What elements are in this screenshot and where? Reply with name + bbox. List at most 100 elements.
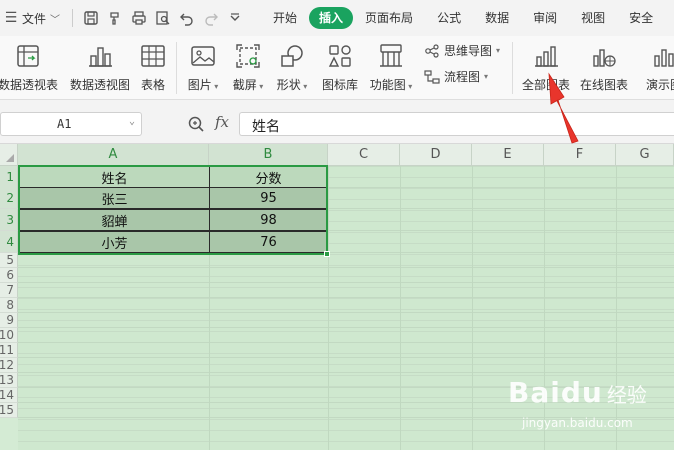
row-header-8[interactable]: 8 [0,298,18,313]
print-icon[interactable] [127,6,151,30]
icon-library-button[interactable]: 图标库 [318,40,362,96]
pivot-chart-button[interactable]: 数据透视图 [66,40,134,96]
table-cell[interactable]: 貂蝉 [19,209,210,231]
table-header-cell[interactable]: 分数 [209,166,328,188]
row-header-2[interactable]: 2 [0,187,18,209]
screenshot-icon [236,44,260,68]
column-header-g[interactable]: G [616,144,674,166]
print-preview-icon[interactable] [151,6,175,30]
row-header-3[interactable]: 3 [0,209,18,231]
select-all-corner[interactable] [0,144,18,166]
online-charts-button[interactable]: 在线图表 [578,40,630,96]
column-header-f[interactable]: F [544,144,616,166]
watermark-brand: Baidu [508,376,603,409]
all-charts-button[interactable]: 全部图表 [518,40,574,96]
function-chart-label: 功能图 ▾ [369,78,413,92]
chevron-down-icon: ⌄ [128,116,135,127]
row-header-11[interactable]: 11 [0,343,18,358]
screenshot-button[interactable]: 截屏 ▾ [228,40,268,96]
row-header-5[interactable]: 5 [0,253,18,268]
insert-function-icon[interactable]: fx [215,113,229,131]
row-gridline [18,297,674,298]
tab-data[interactable]: 数据 [473,7,521,29]
row-header-7[interactable]: 7 [0,283,18,298]
row-header-15[interactable]: 15 [0,403,18,418]
redo-icon[interactable] [199,6,223,30]
row-header-6[interactable]: 6 [0,268,18,283]
customize-toolbar-icon[interactable] [223,6,247,30]
divider [512,42,513,94]
shapes-button[interactable]: 形状 ▾ [272,40,312,96]
format-painter-icon[interactable] [103,6,127,30]
all-charts-label: 全部图表 [521,78,570,92]
table-cell[interactable]: 76 [209,231,328,253]
demo-chart-icon [654,49,674,67]
picture-button[interactable]: 图片 ▾ [182,40,224,96]
online-charts-label: 在线图表 [579,78,628,92]
tab-security[interactable]: 安全 [617,7,665,29]
table-cell[interactable]: 小芳 [19,231,210,253]
fill-handle[interactable] [324,251,330,257]
formula-bar: A1 ⌄ fx 姓名 [0,100,674,144]
mind-map-button[interactable]: 思维导图 ▾ [424,42,500,59]
flowchart-icon [424,69,440,84]
row-header-10[interactable]: 10 [0,328,18,343]
pivot-table-button[interactable]: 数据透视表 [0,40,60,96]
tab-review[interactable]: 审阅 [521,7,569,29]
tab-formulas[interactable]: 公式 [425,7,473,29]
row-header-9[interactable]: 9 [0,313,18,328]
name-box[interactable]: A1 ⌄ [0,112,142,136]
divider [72,9,74,27]
row-header-13[interactable]: 13 [0,373,18,388]
column-header-c[interactable]: C [328,144,400,166]
watermark-url: jingyan.baidu.com [522,416,633,430]
flowchart-label: 流程图 [444,70,481,84]
file-menu-label: 文件 [22,11,47,26]
table-cell[interactable]: 95 [209,187,328,209]
ribbon-insert: 数据透视表 数据透视图 表格 图片 ▾ 截屏 ▾ 形状 ▾ 图标库 功能图 ▾ … [0,36,674,100]
chevron-down-icon: ﹀ [50,14,61,26]
tab-insert[interactable]: 插入 [309,7,354,29]
table-button[interactable]: 表格 [136,40,170,96]
row-header-4[interactable]: 4 [0,231,18,253]
tab-home[interactable]: 开始 [261,7,309,29]
column-gridline [328,166,329,450]
column-header-e[interactable]: E [472,144,544,166]
flowchart-button[interactable]: 流程图 ▾ [424,68,488,85]
shapes-icon [281,45,303,67]
row-gridline [18,342,674,343]
bar-chart-icon [535,46,558,67]
column-header-d[interactable]: D [400,144,472,166]
picture-label: 图片 ▾ [187,78,219,92]
row-gridline [18,282,674,283]
demo-chart-button[interactable]: 演示图 [636,40,674,96]
cell-reference: A1 [57,117,72,131]
function-chart-button[interactable]: 功能图 ▾ [366,40,416,96]
table-cell[interactable]: 98 [209,209,328,231]
row-header-14[interactable]: 14 [0,388,18,403]
formula-input[interactable]: 姓名 [239,112,674,136]
table-header-cell[interactable]: 姓名 [19,166,210,188]
column-header-b[interactable]: B [209,144,328,166]
menu-icon[interactable]: ☰ [0,0,22,36]
tab-page-layout[interactable]: 页面布局 [353,7,425,29]
row-header-1[interactable]: 1 [0,166,18,188]
pivot-table-label: 数据透视表 [0,78,58,92]
table-label: 表格 [140,78,165,92]
online-chart-icon [593,49,616,67]
undo-icon[interactable] [175,6,199,30]
screenshot-label: 截屏 ▾ [232,78,264,92]
tab-view[interactable]: 视图 [569,7,617,29]
column-header-a[interactable]: A [18,144,209,166]
column-gridline [472,166,473,450]
baidu-watermark: Baidu 经验 jingyan.baidu.com [508,376,647,430]
zoom-search-icon[interactable] [187,115,205,133]
mind-map-label: 思维导图 [444,44,493,58]
row-gridline [18,327,674,328]
file-menu[interactable]: 文件 ﹀ [22,10,60,27]
row-gridline [18,357,674,358]
table-cell[interactable]: 张三 [19,187,210,209]
save-icon[interactable] [79,6,103,30]
row-header-12[interactable]: 12 [0,358,18,373]
mind-map-icon [425,43,439,58]
